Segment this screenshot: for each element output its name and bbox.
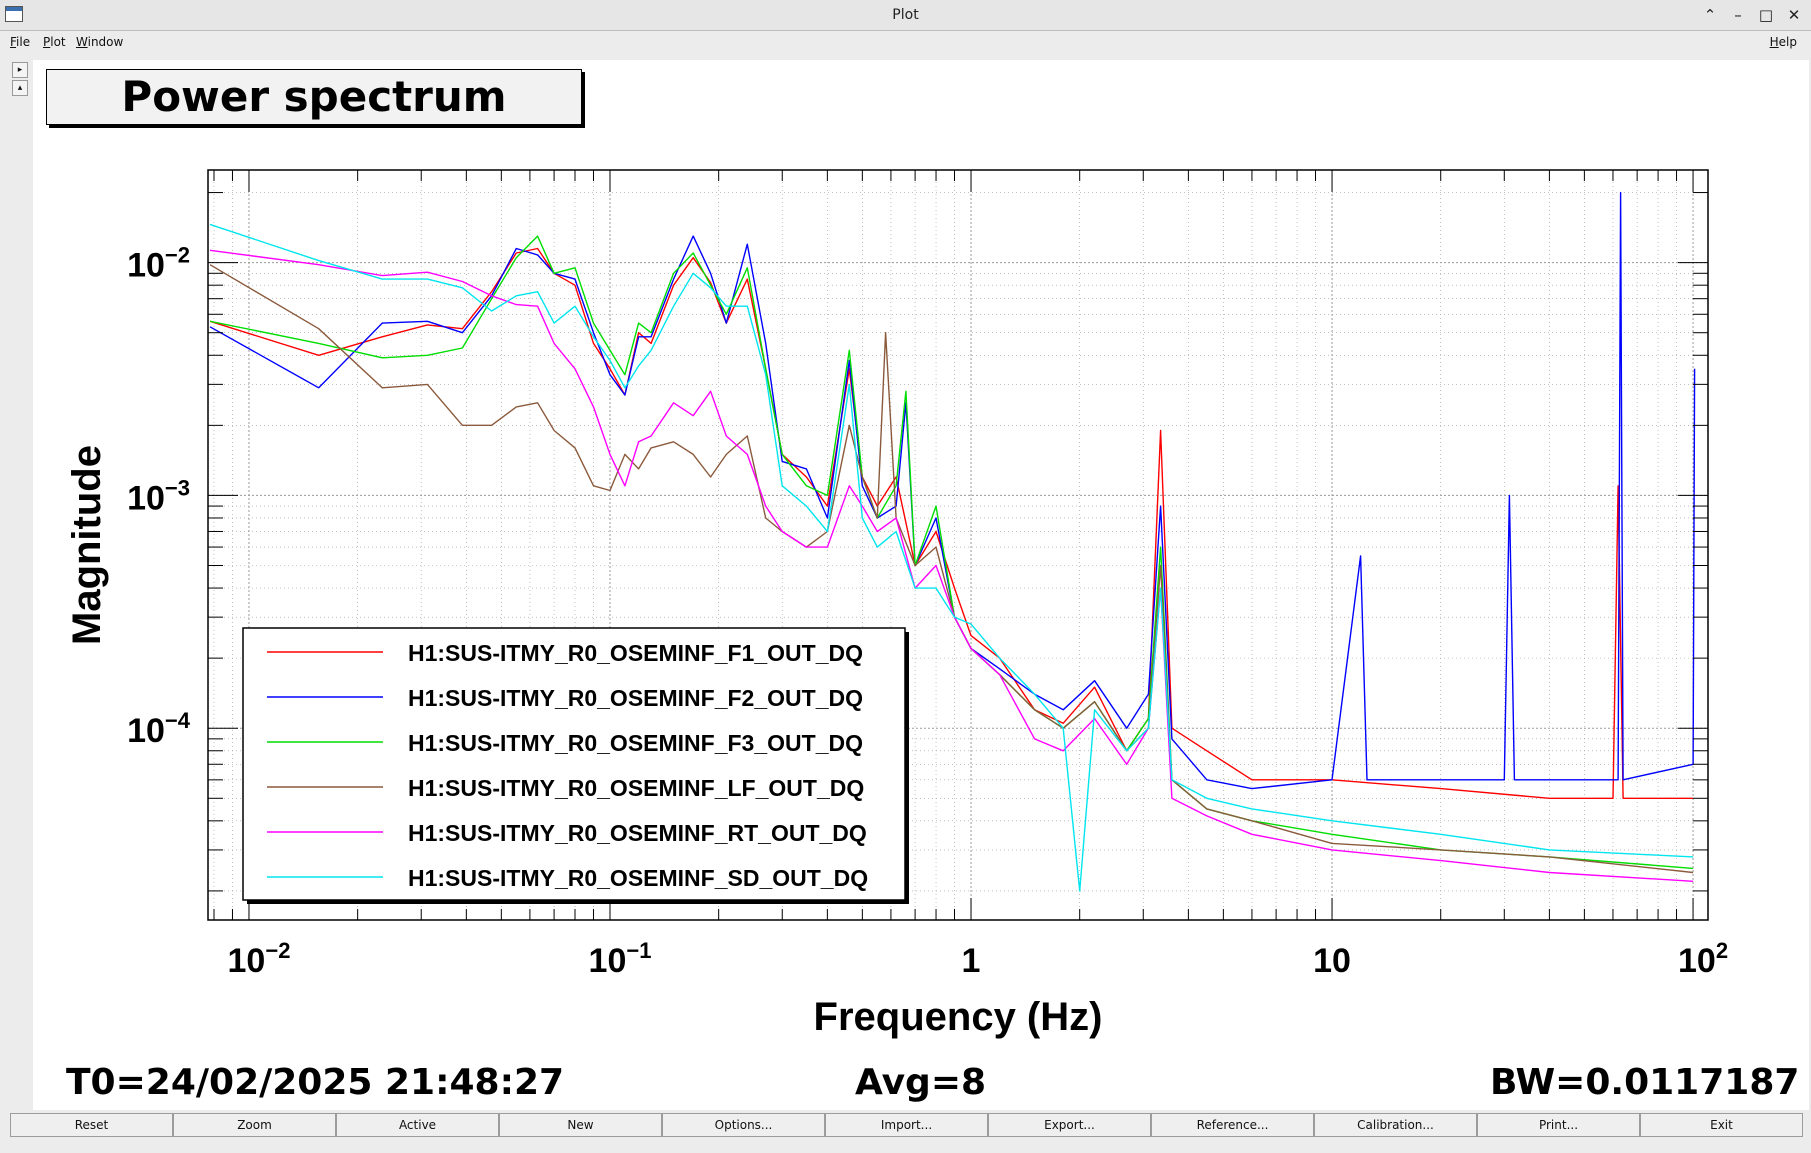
status-avg: Avg=8 bbox=[855, 1062, 987, 1103]
y-tick-label: 10−2 bbox=[127, 243, 190, 285]
window-bottom-border bbox=[0, 1141, 1811, 1153]
x-axis-label: Frequency (Hz) bbox=[814, 995, 1103, 1039]
reset-button[interactable]: Reset bbox=[10, 1113, 173, 1137]
chart-legend: H1:SUS-ITMY_R0_OSEMINF_F1_OUT_DQ H1:SUS-I… bbox=[242, 627, 909, 904]
status-bw: BW=0.0117187 bbox=[1490, 1062, 1800, 1103]
y-tick-label: 10−3 bbox=[127, 475, 190, 517]
x-tick-label: 10−1 bbox=[589, 938, 652, 980]
x-tick-label: 1 bbox=[962, 942, 981, 980]
new-button[interactable]: New bbox=[499, 1113, 662, 1137]
legend-entry-label: H1:SUS-ITMY_R0_OSEMINF_F3_OUT_DQ bbox=[408, 730, 863, 756]
calibration-button[interactable]: Calibration... bbox=[1314, 1113, 1477, 1137]
import-button[interactable]: Import... bbox=[825, 1113, 988, 1137]
toolbar-buttons: Reset Zoom Active New Options... Import.… bbox=[10, 1113, 1803, 1139]
legend-entry-label: H1:SUS-ITMY_R0_OSEMINF_RT_OUT_DQ bbox=[408, 820, 867, 846]
legend-entry-label: H1:SUS-ITMY_R0_OSEMINF_F1_OUT_DQ bbox=[408, 640, 863, 666]
legend-entry-label: H1:SUS-ITMY_R0_OSEMINF_F2_OUT_DQ bbox=[408, 685, 863, 711]
exit-button[interactable]: Exit bbox=[1640, 1113, 1803, 1137]
legend-entry-label: H1:SUS-ITMY_R0_OSEMINF_LF_OUT_DQ bbox=[408, 775, 864, 801]
status-t0: T0=24/02/2025 21:48:27 bbox=[66, 1062, 565, 1103]
reference-button[interactable]: Reference... bbox=[1151, 1113, 1314, 1137]
y-tick-label: 10−4 bbox=[127, 708, 191, 750]
x-tick-label: 10−2 bbox=[228, 938, 291, 980]
power-spectrum-chart[interactable]: 10−2 10−1 1 10 102 10−2 10−3 10−4 Frequency (Hz… bbox=[0, 0, 1811, 1153]
legend-entry-label: H1:SUS-ITMY_R0_OSEMINF_SD_OUT_DQ bbox=[408, 865, 868, 891]
print-button[interactable]: Print... bbox=[1477, 1113, 1640, 1137]
zoom-button[interactable]: Zoom bbox=[173, 1113, 336, 1137]
active-button[interactable]: Active bbox=[336, 1113, 499, 1137]
y-axis-label: Magnitude bbox=[65, 445, 109, 645]
export-button[interactable]: Export... bbox=[988, 1113, 1151, 1137]
legend-box bbox=[242, 627, 906, 901]
x-tick-label: 102 bbox=[1678, 938, 1728, 980]
options-button[interactable]: Options... bbox=[662, 1113, 825, 1137]
x-tick-label: 10 bbox=[1313, 942, 1351, 980]
